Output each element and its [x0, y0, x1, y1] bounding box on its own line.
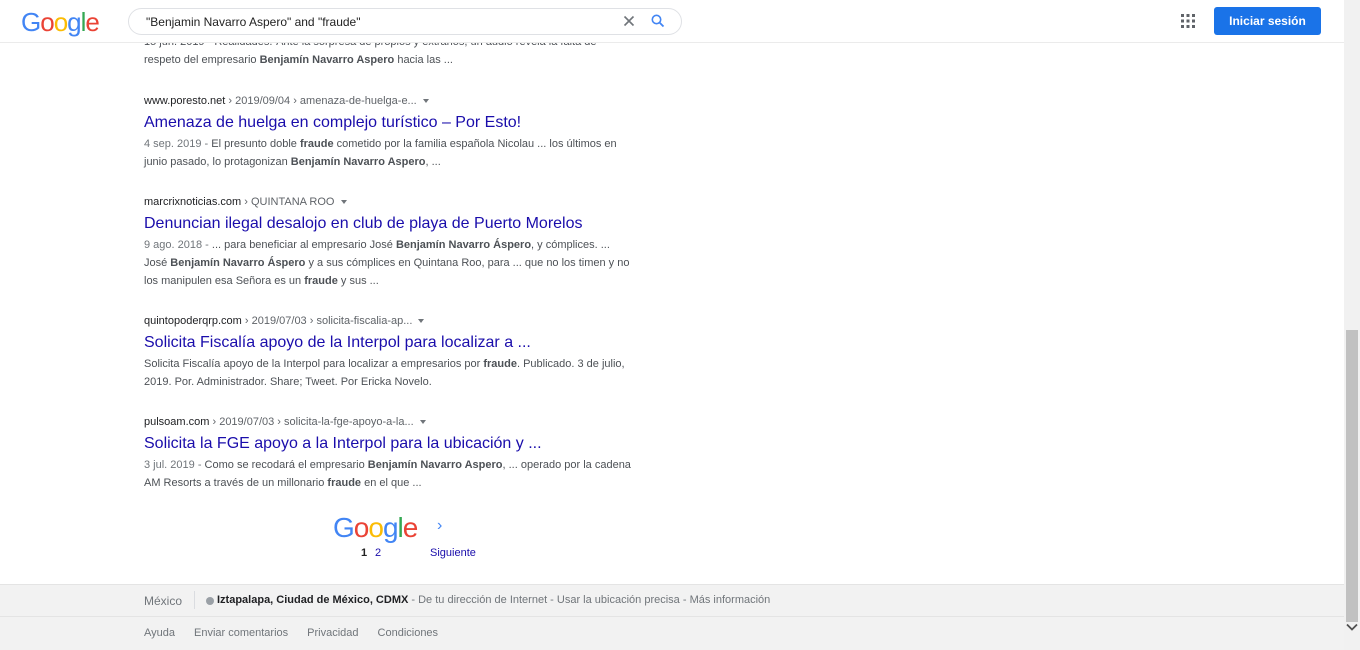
logo-letter: e: [85, 7, 100, 37]
result-snippet: 3 jul. 2019 - Como se recodará el empres…: [144, 456, 634, 492]
more-info-link[interactable]: Más información: [690, 594, 771, 606]
pagination-logo: Google: [333, 512, 419, 544]
snippet-bold: fraude: [483, 358, 517, 370]
logo-letter: g: [382, 512, 399, 543]
snippet-text: ... para beneficiar al empresario José: [211, 239, 396, 251]
footer-country: México: [144, 594, 183, 608]
result-url[interactable]: quintopoderqrp.com › 2019/07/03 › solici…: [144, 314, 634, 328]
footer-link-terms[interactable]: Condiciones: [378, 627, 439, 639]
result-snippet: Solicita Fiscalía apoyo de la Interpol p…: [144, 355, 634, 391]
location-dot-icon: [206, 597, 214, 605]
result-title-link[interactable]: Amenaza de huelga en complejo turístico …: [144, 112, 634, 134]
result-path: › 2019/09/04 › amenaza-de-huelga-e...: [225, 95, 417, 107]
snippet-bold: Benjamín Navarro Áspero: [395, 239, 532, 251]
sign-in-button[interactable]: Iniciar sesión: [1214, 7, 1321, 35]
page-number-current: 1: [361, 547, 368, 559]
chevron-right-icon[interactable]: ›: [437, 517, 442, 535]
scrollbar-thumb[interactable]: [1346, 330, 1358, 622]
snippet-bold: Benjamín Navarro Aspero: [367, 459, 503, 471]
snippet-text: y sus ...: [337, 275, 379, 287]
logo-letter: o: [368, 512, 384, 543]
snippet-bold: Benjamín Navarro Aspero: [290, 156, 426, 168]
search-icon[interactable]: [650, 13, 666, 29]
result-snippet: 4 sep. 2019 - El presunto doble fraude c…: [144, 135, 634, 171]
footer-location-row: México Iztapalapa, Ciudad de México, CDM…: [0, 585, 1344, 617]
search-result: pulsoam.com › 2019/07/03 › solicita-la-f…: [144, 415, 634, 492]
page-number-link[interactable]: 2: [375, 547, 381, 559]
close-icon[interactable]: [621, 13, 637, 29]
logo-letter: e: [402, 512, 419, 543]
snippet-bold: fraude: [327, 477, 362, 489]
divider: [194, 591, 195, 609]
result-snippet: 9 ago. 2018 - ... para beneficiar al emp…: [144, 236, 634, 290]
footer-links: Ayuda Enviar comentarios Privacidad Condici…: [144, 627, 457, 639]
location-name: Iztapalapa, Ciudad de México, CDMX: [217, 594, 409, 606]
snippet-line: respeto del empresario Benjamín Navarro …: [144, 51, 634, 69]
location-source: - De tu dirección de Internet -: [408, 594, 557, 606]
chevron-down-icon[interactable]: [1345, 620, 1359, 634]
snippet-text: Como se recodará el empresario: [204, 459, 368, 471]
logo-letter: G: [21, 7, 41, 37]
snippet-bold: Benjamín Navarro Áspero: [170, 257, 306, 269]
footer-link-privacy[interactable]: Privacidad: [307, 627, 358, 639]
result-title-link[interactable]: Solicita Fiscalía apoyo de la Interpol p…: [144, 332, 634, 354]
precise-location-link[interactable]: Usar la ubicación precisa: [557, 594, 680, 606]
snippet-text: en el que ...: [361, 477, 422, 489]
footer-link-help[interactable]: Ayuda: [144, 627, 175, 639]
search-result: www.poresto.net › 2019/09/04 › amenaza-d…: [144, 94, 634, 171]
logo-letter: g: [67, 7, 82, 37]
snippet-text: Solicita Fiscalía apoyo de la Interpol p…: [144, 358, 484, 370]
location-text: Iztapalapa, Ciudad de México, CDMX - De …: [217, 594, 770, 606]
footer-link-feedback[interactable]: Enviar comentarios: [194, 627, 288, 639]
result-path: › QUINTANA ROO: [241, 196, 335, 208]
logo-letter: o: [353, 512, 370, 543]
logo-letter: o: [53, 7, 69, 37]
result-date: 3 jul. 2019 -: [144, 459, 205, 471]
chevron-down-icon[interactable]: [422, 99, 429, 104]
logo-letter: o: [40, 7, 55, 37]
top-bar: Google "Benjamin Navarro Aspero" and "fr…: [0, 0, 1344, 43]
result-domain: marcrixnoticias.com: [144, 196, 242, 208]
apps-grid-icon[interactable]: [1181, 14, 1195, 28]
snippet-text: hacia las ...: [394, 54, 453, 66]
snippet-text: respeto del empresario: [144, 54, 260, 66]
snippet-bold: fraude: [304, 275, 338, 287]
result-url[interactable]: www.poresto.net › 2019/09/04 › amenaza-d…: [144, 94, 634, 108]
result-url[interactable]: pulsoam.com › 2019/07/03 › solicita-la-f…: [144, 415, 634, 429]
chevron-down-icon[interactable]: [418, 319, 425, 324]
search-result: marcrixnoticias.com › QUINTANA ROO Denun…: [144, 195, 634, 290]
result-path: › 2019/07/03 › solicita-la-fge-apoyo-a-l…: [209, 416, 414, 428]
separator: -: [679, 594, 690, 606]
chevron-down-icon[interactable]: [419, 420, 426, 425]
footer: México Iztapalapa, Ciudad de México, CDM…: [0, 584, 1344, 650]
logo-letter: G: [333, 512, 355, 543]
google-logo[interactable]: Google: [21, 7, 100, 37]
snippet-text: El presunto doble: [211, 138, 300, 150]
chevron-down-icon[interactable]: [340, 200, 347, 205]
snippet-bold: Benjamín Navarro Aspero: [259, 54, 395, 66]
result-domain: www.poresto.net: [144, 95, 226, 107]
result-url[interactable]: marcrixnoticias.com › QUINTANA ROO: [144, 195, 634, 209]
search-result: quintopoderqrp.com › 2019/07/03 › solici…: [144, 314, 634, 391]
result-title-link[interactable]: Denuncian ilegal desalojo en club de pla…: [144, 213, 634, 235]
result-date: 9 ago. 2018 -: [144, 239, 212, 251]
search-box[interactable]: "Benjamin Navarro Aspero" and "fraude": [128, 8, 682, 35]
snippet-bold: fraude: [299, 138, 334, 150]
snippet-text: , ...: [425, 156, 441, 168]
next-page-link[interactable]: Siguiente: [430, 547, 476, 559]
search-input[interactable]: "Benjamin Navarro Aspero" and "fraude": [146, 15, 361, 29]
result-title-link[interactable]: Solicita la FGE apoyo a la Interpol para…: [144, 433, 634, 455]
result-date: 4 sep. 2019 -: [144, 138, 212, 150]
result-path: › 2019/07/03 › solicita-fiscalia-ap...: [241, 315, 413, 327]
result-domain: pulsoam.com: [144, 416, 210, 428]
result-domain: quintopoderqrp.com: [144, 315, 242, 327]
